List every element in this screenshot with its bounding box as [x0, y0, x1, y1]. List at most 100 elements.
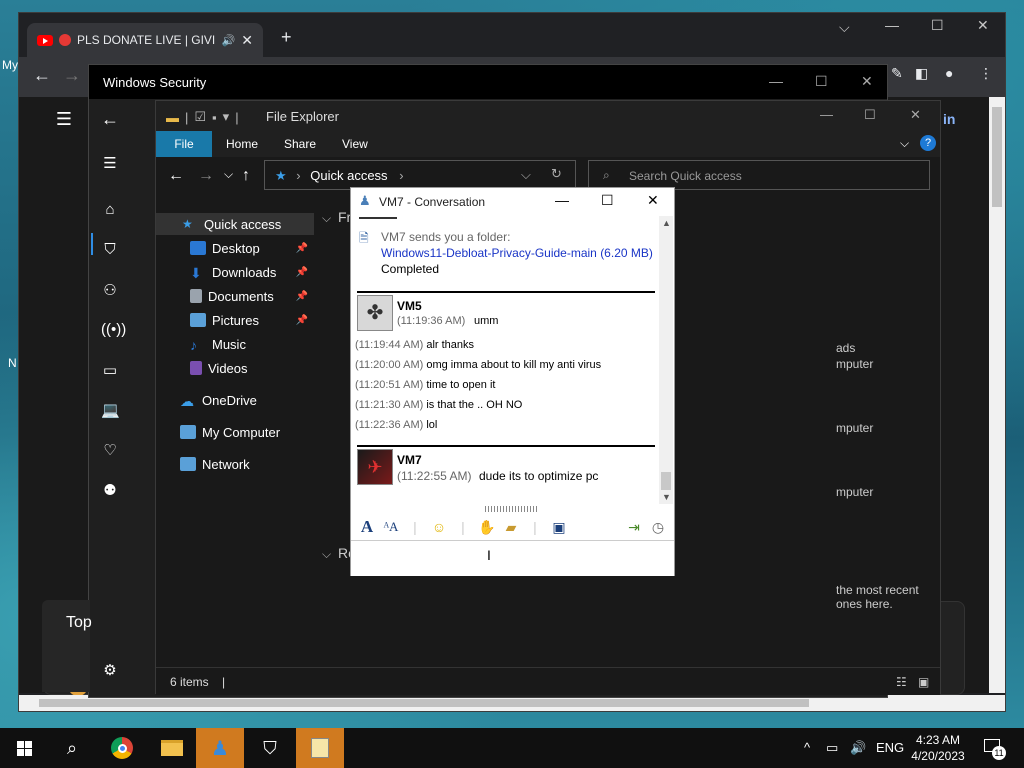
start-icon[interactable] — [0, 728, 48, 768]
pin-icon[interactable]: 📌 — [296, 291, 308, 302]
menu-icon[interactable]: ☰ — [101, 154, 119, 172]
home-icon[interactable]: ⌂ — [101, 201, 119, 218]
minimize-icon[interactable]: — — [555, 192, 569, 208]
forward-icon[interactable]: → — [63, 65, 81, 86]
forward-icon[interactable]: → — [198, 167, 214, 185]
clock[interactable]: 4:23 AM 4/20/2023 — [910, 732, 966, 764]
customize-icon[interactable]: ▾ — [223, 109, 230, 125]
maximize-icon[interactable]: ☐ — [864, 107, 876, 123]
properties-icon[interactable]: ☑ — [194, 109, 206, 125]
recent-locations-icon[interactable]: ⌵ — [224, 167, 233, 182]
ribbon-expand-icon[interactable]: ⌵ — [900, 136, 909, 151]
laptop-icon[interactable]: 💻 — [101, 401, 120, 419]
settings-icon[interactable]: ⚙ — [101, 661, 119, 679]
tree-item-documents[interactable]: Documents 📌 — [156, 285, 314, 307]
extensions-icon[interactable]: ✎ — [891, 65, 903, 82]
pin-icon[interactable]: 📌 — [296, 243, 308, 254]
tree-item-desktop[interactable]: Desktop 📌 — [156, 237, 314, 259]
vertical-scrollbar[interactable] — [989, 97, 1005, 693]
heart-icon[interactable]: ♡ — [101, 441, 119, 459]
details-view-icon[interactable]: ☷ — [896, 675, 907, 689]
tree-item-videos[interactable]: Videos — [156, 357, 314, 379]
back-icon[interactable]: ← — [33, 65, 51, 86]
minimize-icon[interactable]: — — [769, 73, 783, 89]
minimize-icon[interactable]: — — [820, 107, 833, 122]
address-bar[interactable]: ★ › Quick access › ⌵ ↻ — [264, 160, 576, 190]
sidebar-icon[interactable]: ◧ — [915, 65, 928, 82]
windows-security-icon[interactable]: ⛉ — [246, 728, 294, 768]
minimize-icon[interactable]: — — [885, 17, 899, 33]
scrollbar-thumb[interactable] — [661, 472, 671, 490]
close-icon[interactable]: ✕ — [910, 107, 921, 123]
tree-item-network[interactable]: Network — [156, 453, 314, 475]
tree-item-downloads[interactable]: ⬇ Downloads 📌 — [156, 261, 314, 283]
chrome-tab[interactable]: PLS DONATE LIVE | GIVIN 🔊 ✕ — [27, 23, 263, 57]
maximize-icon[interactable]: ☐ — [931, 17, 944, 34]
tab-home[interactable]: Home — [212, 131, 272, 157]
back-icon[interactable]: ← — [168, 167, 184, 185]
hamburger-icon[interactable]: ☰ — [55, 109, 73, 130]
section-chevron-icon[interactable]: ⌵ — [322, 547, 331, 562]
chevron-up-icon[interactable]: ^ — [804, 740, 810, 755]
partial-label[interactable]: in — [943, 111, 955, 127]
person-icon[interactable]: ⚇ — [101, 281, 119, 299]
font-icon[interactable]: A — [357, 518, 377, 536]
new-folder-icon[interactable]: ▪ — [212, 110, 217, 125]
chat-history[interactable]: 🗎 VM7 sends you a folder: Windows11-Debl… — [355, 216, 657, 498]
network-status-icon[interactable]: ▭ — [826, 740, 838, 756]
close-icon[interactable]: ✕ — [977, 17, 989, 34]
language-indicator[interactable]: ENG — [876, 740, 904, 755]
scrollbar-thumb[interactable] — [992, 107, 1002, 207]
new-tab-icon[interactable]: + — [281, 27, 292, 48]
tab-view[interactable]: View — [328, 131, 382, 157]
tree-item-onedrive[interactable]: ☁ OneDrive — [156, 389, 314, 411]
address-dropdown-icon[interactable]: ⌵ — [521, 167, 531, 183]
pin-icon[interactable]: 📌 — [296, 315, 308, 326]
back-icon[interactable]: ← — [101, 109, 119, 130]
maximize-icon[interactable]: ☐ — [815, 73, 828, 90]
emoticon-icon[interactable]: ☺ — [429, 518, 449, 536]
section-chevron-icon[interactable]: ⌵ — [322, 211, 331, 226]
shield-icon[interactable]: ⛉ — [101, 241, 119, 258]
splitter-handle[interactable] — [485, 506, 539, 512]
volume-icon[interactable]: 🔊 — [850, 740, 866, 756]
close-tab-icon[interactable]: ✕ — [241, 32, 253, 49]
close-icon[interactable]: ✕ — [861, 73, 873, 90]
save-icon[interactable]: ▣ — [549, 518, 569, 536]
scrollbar-thumb[interactable] — [39, 699, 809, 707]
font-color-icon[interactable]: ᴬA — [381, 518, 401, 536]
nudge-icon[interactable]: ✋ — [477, 518, 497, 536]
tab-share[interactable]: Share — [270, 131, 330, 157]
search-icon[interactable]: ⌕ — [48, 728, 96, 768]
chrome-icon[interactable] — [98, 728, 146, 768]
search-box[interactable]: ⌕ Search Quick access — [588, 160, 930, 190]
close-icon[interactable]: ✕ — [647, 192, 659, 209]
tab-search-icon[interactable]: ⌵ — [839, 19, 850, 36]
transfer-file-link[interactable]: Windows11-Debloat-Privacy-Guide-main (6.… — [381, 245, 657, 261]
tree-item-quick-access[interactable]: ★ Quick access — [156, 213, 314, 235]
profile-icon[interactable]: ● — [945, 65, 953, 81]
up-icon[interactable]: ↑ — [242, 167, 250, 185]
browser-icon[interactable]: ▭ — [101, 361, 119, 379]
family-icon[interactable]: ⚉ — [101, 481, 119, 499]
tree-item-music[interactable]: ♪ Music — [156, 333, 314, 355]
refresh-icon[interactable]: ↻ — [551, 166, 562, 182]
desktop-icon-label-fragment[interactable]: N — [8, 356, 17, 370]
send-folder-icon[interactable]: ▰ — [501, 518, 521, 536]
notification-center-icon[interactable]: 11 — [984, 738, 1006, 760]
chat-scrollbar[interactable]: ▲ ▼ — [659, 216, 673, 504]
menu-icon[interactable]: ⋮ — [979, 65, 993, 82]
help-icon[interactable]: ? — [920, 135, 936, 151]
message-input[interactable]: I — [351, 540, 674, 576]
maximize-icon[interactable]: ☐ — [601, 192, 614, 209]
file-explorer-icon[interactable] — [148, 728, 196, 768]
history-icon[interactable]: ◷ — [648, 518, 668, 536]
notes-icon[interactable] — [296, 728, 344, 768]
scroll-up-icon[interactable]: ▲ — [662, 218, 671, 228]
desktop-icon-label-fragment[interactable]: My — [2, 58, 18, 72]
messenger-icon[interactable]: ♟ — [196, 728, 244, 768]
send-file-icon[interactable]: ⇥ — [624, 518, 644, 536]
tree-item-my-computer[interactable]: My Computer — [156, 421, 314, 443]
speaker-icon[interactable]: 🔊 — [222, 34, 236, 47]
large-icons-view-icon[interactable]: ▣ — [918, 675, 929, 689]
